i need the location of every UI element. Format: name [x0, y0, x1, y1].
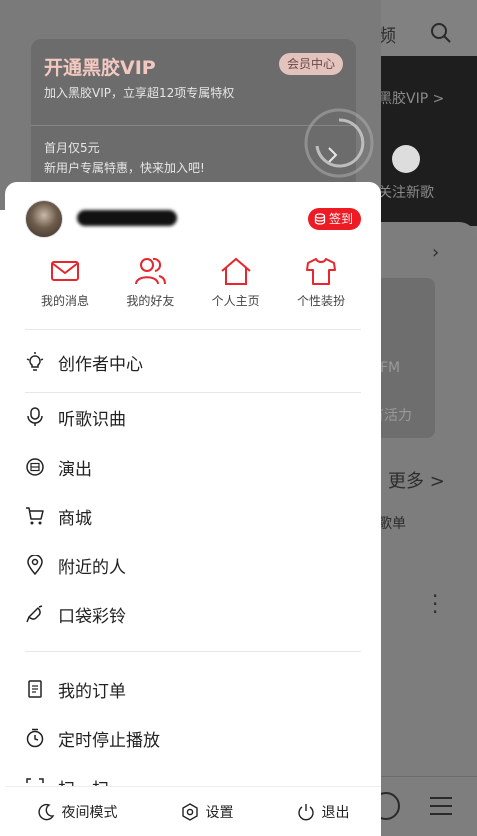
lightbulb-icon: [26, 352, 44, 371]
playlist-icon: [430, 797, 452, 815]
background-fm-label: FM: [380, 360, 401, 376]
menu-label: 口袋彩铃: [58, 606, 126, 627]
menu-label: 附近的人: [58, 557, 126, 578]
coin-stack-icon: [314, 213, 326, 225]
divider: [25, 392, 361, 393]
menu-label: 创作者中心: [58, 354, 143, 375]
quick-item-label: 个人主页: [211, 294, 260, 308]
ticket-icon: [26, 458, 44, 476]
profile-row[interactable]: 签到: [25, 200, 361, 240]
signin-label: 签到: [328, 212, 353, 226]
quick-actions: 我的消息 我的好友 个人主页 个性装扮: [25, 256, 361, 316]
location-pin-icon: [27, 555, 43, 575]
side-drawer: 开通黑胶VIP 加入黑胶VIP，立享超12项专属特权 会员中心 首月仅5元 新用…: [0, 0, 381, 836]
quick-item-friends[interactable]: 我的好友: [110, 256, 190, 316]
logout-label: 退出: [321, 804, 350, 821]
member-center-button[interactable]: 会员中心: [278, 53, 343, 75]
background-more-link: 更多 >: [388, 471, 445, 492]
quick-item-label: 我的消息: [40, 294, 89, 308]
background-banner-item: 关注新歌: [378, 185, 434, 201]
vip-offer-desc: 新用户专属特惠，快来加入吧!: [44, 161, 205, 175]
background-banner-icon: [392, 145, 420, 173]
quick-item-dressup[interactable]: 个性装扮: [281, 256, 361, 316]
menu-label: 定时停止播放: [58, 730, 160, 751]
document-icon: [28, 680, 42, 698]
divider: [25, 651, 361, 652]
menu-item-sleep-timer[interactable]: 定时停止播放: [25, 723, 361, 753]
menu-item-song-recognition[interactable]: 听歌识曲: [25, 402, 361, 432]
loading-ring-icon: [304, 108, 374, 178]
menu-item-nearby[interactable]: 附近的人: [25, 550, 361, 580]
quick-item-messages[interactable]: 我的消息: [25, 256, 105, 316]
logout-button[interactable]: 退出: [297, 802, 350, 822]
menu-label: 我的订单: [58, 681, 126, 702]
bell-icon: [26, 605, 43, 623]
drawer-header: 开通黑胶VIP 加入黑胶VIP，立享超12项专属特权 会员中心 首月仅5元 新用…: [0, 0, 381, 210]
avatar[interactable]: [25, 200, 63, 238]
menu-label: 商城: [58, 508, 92, 529]
chevron-right-icon: ›: [432, 242, 440, 263]
friends-icon: [135, 257, 167, 285]
night-mode-button[interactable]: 夜间模式: [37, 802, 118, 822]
more-vertical-icon: · · ·: [432, 584, 439, 624]
home-icon: [221, 257, 251, 285]
menu-item-shows[interactable]: 演出: [25, 452, 361, 482]
username-redacted: [77, 210, 177, 226]
divider: [25, 329, 361, 330]
quick-item-homepage[interactable]: 个人主页: [196, 256, 276, 316]
settings-button[interactable]: 设置: [181, 802, 234, 822]
menu-item-mall[interactable]: 商城: [25, 501, 361, 531]
signin-button[interactable]: 签到: [307, 208, 361, 230]
settings-label: 设置: [205, 804, 234, 821]
drawer-sheet: 签到 我的消息 我的好友 个人主页 个性装扮 创作者中心 听歌识曲 演出 商城 …: [5, 182, 381, 836]
search-icon: [431, 23, 451, 43]
menu-item-orders[interactable]: 我的订单: [25, 674, 361, 704]
vip-subtitle: 加入黑胶VIP，立享超12项专属特权: [44, 86, 235, 100]
mail-icon: [51, 261, 79, 281]
menu-item-ringtone[interactable]: 口袋彩铃: [25, 599, 361, 629]
power-icon: [297, 803, 314, 820]
drawer-footer: 夜间模式 设置 退出: [5, 786, 381, 836]
menu-item-creator-center[interactable]: 创作者中心: [25, 347, 361, 377]
moon-icon: [37, 803, 54, 820]
timer-icon: [26, 728, 44, 748]
background-banner-text: 黑胶VIP >: [378, 91, 445, 107]
night-mode-label: 夜间模式: [61, 804, 118, 821]
quick-item-label: 我的好友: [126, 294, 175, 308]
vip-offer-price: 首月仅5元: [44, 141, 100, 155]
tshirt-icon: [305, 258, 336, 285]
background-songlist-label: 歌单: [378, 516, 406, 532]
cart-icon: [26, 507, 44, 525]
vip-title: 开通黑胶VIP: [44, 57, 156, 79]
gear-icon: [181, 802, 198, 821]
microphone-icon: [27, 407, 43, 426]
menu-label: 演出: [58, 459, 92, 480]
menu-label: 听歌识曲: [58, 409, 126, 430]
quick-item-label: 个性装扮: [296, 294, 345, 308]
